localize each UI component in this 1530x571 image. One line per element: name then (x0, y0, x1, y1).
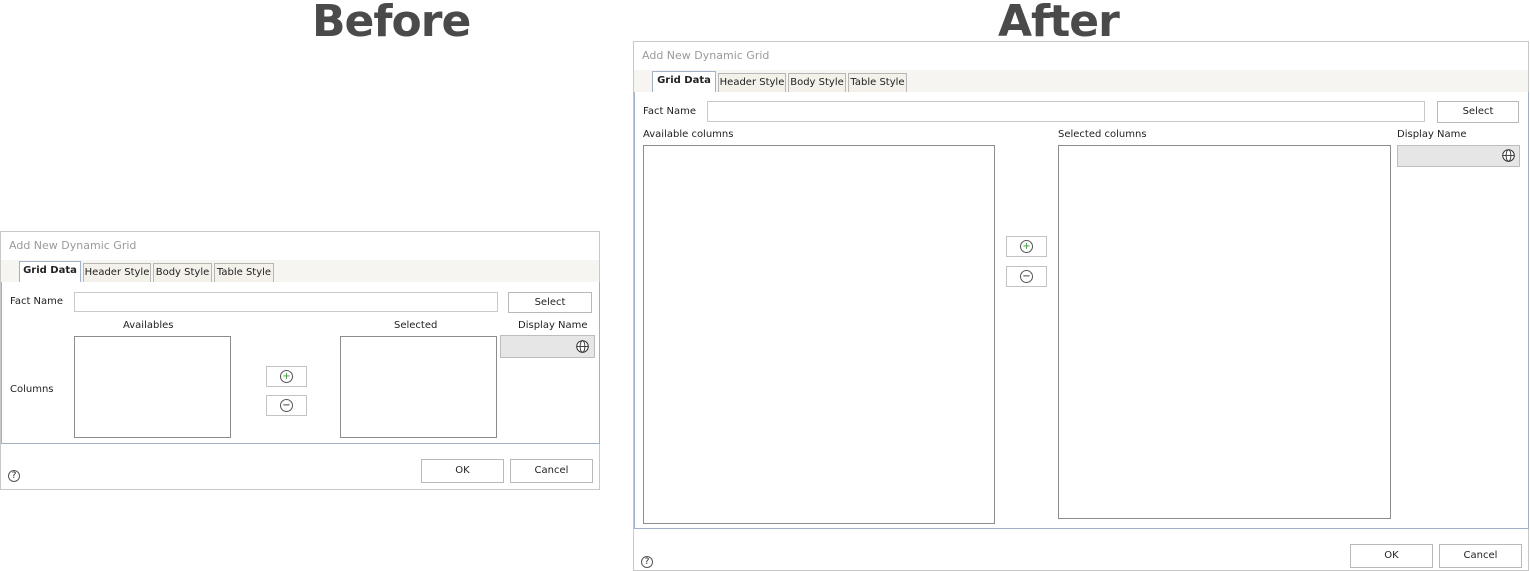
before-window-title: Add New Dynamic Grid (9, 239, 137, 252)
before-add-column-button[interactable]: + (266, 366, 307, 387)
after-select-button[interactable]: Select (1437, 101, 1519, 123)
before-grid-data-panel: Fact Name Select Availables Selected Dis… (1, 282, 600, 444)
before-availables-list[interactable] (74, 336, 231, 438)
before-selected-label: Selected (394, 320, 438, 331)
after-available-columns-label: Available columns (643, 129, 734, 140)
after-grid-data-panel: Fact Name Select Available columns Selec… (634, 92, 1529, 529)
before-help-glyph: ? (11, 471, 17, 481)
plus-circle-icon: + (1020, 240, 1033, 253)
minus-circle-icon: − (1020, 270, 1033, 283)
after-tab-bar: Grid Data Header Style Body Style Table … (634, 70, 1528, 93)
before-cancel-button[interactable]: Cancel (510, 459, 593, 483)
minus-circle-icon: − (280, 399, 293, 412)
after-fact-name-input[interactable] (707, 101, 1425, 122)
before-display-name-label: Display Name (518, 320, 588, 331)
before-tab-bar: Grid Data Header Style Body Style Table … (1, 260, 599, 283)
plus-circle-icon: + (280, 370, 293, 383)
globe-icon[interactable] (1502, 149, 1515, 162)
after-selected-columns-list[interactable] (1058, 145, 1391, 519)
before-tab-grid-data[interactable]: Grid Data (19, 261, 81, 283)
before-tab-body-style[interactable]: Body Style (153, 263, 212, 283)
globe-icon[interactable] (576, 340, 589, 353)
after-available-columns-list[interactable] (643, 145, 995, 524)
after-remove-column-button[interactable]: − (1006, 266, 1047, 287)
before-columns-label: Columns (10, 384, 54, 395)
before-dialog: Add New Dynamic Grid Grid Data Header St… (0, 231, 600, 490)
before-availables-label: Availables (123, 320, 174, 331)
before-help-icon[interactable]: ? (8, 470, 20, 482)
after-tab-header-style[interactable]: Header Style (718, 73, 786, 93)
after-fact-name-label: Fact Name (643, 106, 697, 117)
before-selected-list[interactable] (340, 336, 497, 438)
after-heading: After (998, 0, 1120, 47)
after-help-glyph: ? (644, 557, 650, 567)
after-ok-button[interactable]: OK (1350, 544, 1433, 568)
before-tab-table-style[interactable]: Table Style (214, 263, 274, 283)
before-tab-header-style[interactable]: Header Style (83, 263, 151, 283)
before-remove-column-button[interactable]: − (266, 395, 307, 416)
before-fact-name-input[interactable] (74, 292, 498, 312)
after-add-column-button[interactable]: + (1006, 236, 1047, 257)
after-tab-grid-data[interactable]: Grid Data (652, 71, 716, 93)
after-display-name-label: Display Name (1397, 129, 1467, 140)
after-tab-table-style[interactable]: Table Style (848, 73, 907, 93)
after-window-title: Add New Dynamic Grid (642, 49, 770, 62)
after-help-icon[interactable]: ? (641, 556, 653, 568)
before-display-name-field[interactable] (500, 335, 595, 358)
after-selected-columns-label: Selected columns (1058, 129, 1147, 140)
after-dialog: Add New Dynamic Grid Grid Data Header St… (633, 41, 1529, 571)
before-ok-button[interactable]: OK (421, 459, 504, 483)
after-display-name-field[interactable] (1397, 145, 1520, 167)
after-cancel-button[interactable]: Cancel (1439, 544, 1522, 568)
before-heading: Before (312, 0, 471, 47)
before-fact-name-label: Fact Name (10, 296, 64, 307)
after-tab-body-style[interactable]: Body Style (788, 73, 846, 93)
before-select-button[interactable]: Select (508, 292, 592, 313)
